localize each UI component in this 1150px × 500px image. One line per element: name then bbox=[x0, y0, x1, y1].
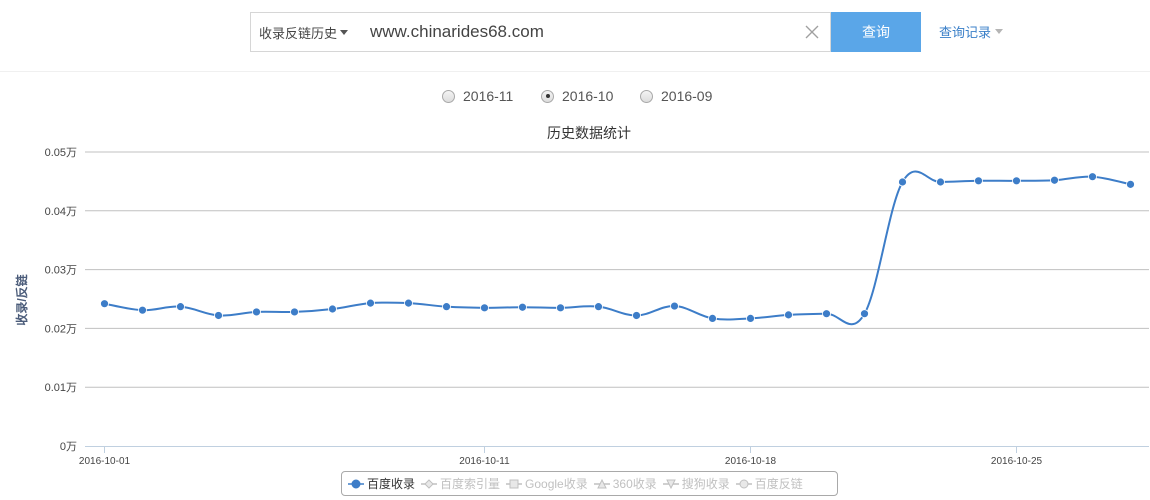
legend-item[interactable]: 百度收录 bbox=[348, 475, 415, 492]
radio-button[interactable] bbox=[640, 89, 653, 103]
data-point[interactable] bbox=[366, 298, 375, 308]
url-input[interactable] bbox=[360, 12, 831, 52]
query-history-link[interactable]: 查询记录 bbox=[939, 22, 1004, 41]
month-label: 2016-09 bbox=[661, 88, 713, 104]
chevron-down-icon bbox=[340, 29, 349, 35]
legend-label: Google收录 bbox=[525, 477, 588, 491]
data-point[interactable] bbox=[518, 302, 527, 312]
data-point[interactable] bbox=[1012, 176, 1021, 186]
data-point[interactable] bbox=[898, 177, 907, 187]
radio-button[interactable] bbox=[541, 89, 554, 103]
y-tick-label: 0.04万 bbox=[45, 206, 77, 218]
search-type-label: 收录反链历史 bbox=[259, 25, 338, 41]
data-point[interactable] bbox=[442, 302, 451, 312]
y-axis-ticks: 0万 0.01万 0.02万 0.03万 0.04万 0.05万 bbox=[45, 147, 77, 453]
y-axis-title: 收录/反链 bbox=[14, 273, 29, 325]
y-tick-label: 0.02万 bbox=[45, 323, 77, 335]
chart-title: 历史数据统计 bbox=[547, 125, 631, 141]
data-point[interactable] bbox=[290, 307, 299, 317]
x-tick-label: 2016-10-11 bbox=[459, 456, 510, 467]
series-line bbox=[104, 170, 1131, 326]
legend-label: 百度反链 bbox=[754, 477, 803, 491]
circle-marker-icon bbox=[735, 479, 752, 488]
query-button[interactable]: 查询 bbox=[831, 12, 921, 52]
search-bar: 收录反链历史 查询 查询记录 bbox=[0, 0, 1150, 72]
data-point[interactable] bbox=[176, 302, 185, 312]
legend-label: 360收录 bbox=[612, 477, 657, 491]
y-tick-label: 0.05万 bbox=[45, 147, 77, 159]
data-point[interactable] bbox=[632, 311, 641, 320]
circle-marker-icon bbox=[348, 479, 364, 488]
legend-item[interactable]: 百度索引量 bbox=[421, 475, 500, 492]
data-point[interactable] bbox=[556, 303, 565, 313]
x-tick-label: 2016-10-18 bbox=[725, 456, 777, 467]
chart-legend: 百度收录 百度索引量 Google收录 360收录 搜狗收录 百度反链 bbox=[341, 471, 838, 496]
y-tick-label: 0万 bbox=[60, 441, 77, 453]
data-point[interactable] bbox=[860, 309, 869, 319]
data-point[interactable] bbox=[100, 299, 109, 309]
data-point[interactable] bbox=[480, 303, 489, 313]
month-option-2016-09[interactable]: 2016-09 bbox=[640, 88, 712, 104]
data-point[interactable] bbox=[1126, 179, 1135, 189]
data-point[interactable] bbox=[214, 311, 223, 320]
x-tick-label: 2016-10-01 bbox=[79, 456, 131, 467]
legend-item[interactable]: Google收录 bbox=[506, 475, 588, 492]
legend-item[interactable]: 百度反链 bbox=[735, 475, 803, 492]
history-line-chart: 历史数据统计 收录/反链 0万 0.01万 0.02万 0.03万 0.04万 0.05万… bbox=[14, 125, 1149, 467]
data-point[interactable] bbox=[1088, 172, 1097, 182]
search-type-select[interactable]: 收录反链历史 bbox=[250, 12, 361, 52]
y-tick-label: 0.01万 bbox=[45, 382, 77, 394]
month-label: 2016-10 bbox=[562, 88, 614, 104]
month-option-2016-11[interactable]: 2016-11 bbox=[442, 88, 513, 104]
data-point[interactable] bbox=[670, 301, 679, 311]
data-point[interactable] bbox=[974, 176, 983, 186]
diamond-marker-icon bbox=[421, 478, 438, 489]
legend-item[interactable]: 搜狗收录 bbox=[662, 475, 730, 492]
data-point[interactable] bbox=[594, 302, 603, 312]
x-tick-label: 2016-10-25 bbox=[991, 456, 1043, 467]
data-point[interactable] bbox=[404, 298, 413, 308]
y-tick-label: 0.03万 bbox=[45, 265, 77, 277]
radio-button[interactable] bbox=[442, 89, 455, 103]
data-point[interactable] bbox=[252, 307, 261, 317]
month-option-2016-10[interactable]: 2016-10 bbox=[541, 88, 613, 104]
data-point[interactable] bbox=[1050, 175, 1059, 185]
data-point[interactable] bbox=[708, 314, 717, 323]
data-point[interactable] bbox=[138, 305, 147, 315]
month-selector: 2016-11 2016-10 2016-09 bbox=[0, 88, 1150, 110]
triangle-down-marker-icon bbox=[662, 479, 679, 489]
chevron-down-icon bbox=[995, 29, 1004, 34]
month-label: 2016-11 bbox=[463, 88, 514, 104]
x-axis-ticks: 2016-10-01 2016-10-11 2016-10-18 2016-10-25 bbox=[79, 446, 1149, 467]
grid-lines bbox=[85, 151, 1149, 388]
data-point[interactable] bbox=[822, 309, 831, 319]
triangle-marker-icon bbox=[593, 478, 610, 488]
square-marker-icon bbox=[506, 479, 523, 488]
legend-label: 百度索引量 bbox=[440, 477, 501, 491]
data-point[interactable] bbox=[936, 177, 945, 187]
data-point[interactable] bbox=[746, 314, 755, 323]
series-layer bbox=[100, 170, 1135, 326]
query-history-label: 查询记录 bbox=[939, 25, 992, 40]
legend-item[interactable]: 360收录 bbox=[593, 475, 657, 492]
close-icon[interactable] bbox=[802, 22, 822, 42]
legend-label: 百度收录 bbox=[367, 477, 416, 491]
data-point[interactable] bbox=[784, 310, 793, 320]
data-point[interactable] bbox=[328, 304, 337, 314]
legend-label: 搜狗收录 bbox=[681, 477, 730, 491]
